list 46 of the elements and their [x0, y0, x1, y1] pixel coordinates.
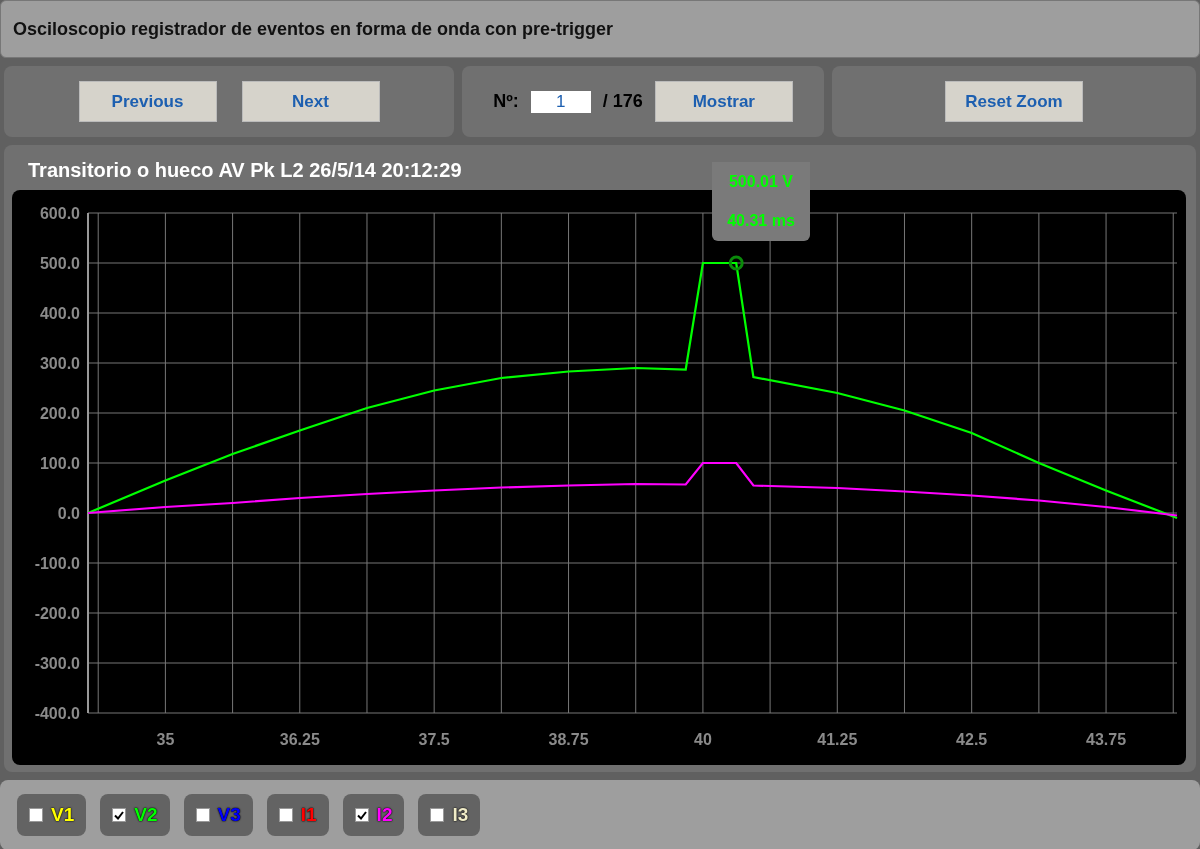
checkbox[interactable] [354, 808, 369, 822]
channel-name: I3 [452, 804, 469, 826]
x-axis-label: 42.5 [956, 731, 988, 748]
tooltip-value: 500.01 V [728, 172, 794, 191]
y-axis-label: -200.0 [34, 605, 80, 622]
record-total: / 176 [602, 91, 643, 112]
y-axis-label: 100.0 [39, 455, 80, 472]
y-axis-label: 300.0 [39, 355, 80, 372]
show-button[interactable]: Mostrar [654, 81, 793, 122]
y-axis-label: -300.0 [34, 655, 80, 672]
channel-name: I2 [376, 804, 393, 826]
reset-zoom-button[interactable]: Reset Zoom [945, 81, 1083, 122]
chart-title: Transitorio o hueco AV Pk L2 26/5/14 20:12:29 [28, 159, 462, 181]
channel-toggle[interactable]: I3 [418, 794, 481, 836]
point-marker [728, 255, 744, 271]
y-axis-label: 500.0 [39, 255, 80, 272]
nav-button[interactable]: Previous [78, 81, 217, 122]
x-axis-label: 37.5 [418, 731, 450, 748]
y-axis-label: 200.0 [39, 405, 80, 422]
x-axis-label: 41.25 [817, 731, 858, 748]
channel-name: I1 [300, 804, 317, 826]
record-number-field[interactable]: 1 [530, 90, 591, 113]
checkbox[interactable] [430, 808, 445, 822]
channel-name: V3 [217, 804, 241, 826]
x-axis-label: 38.75 [548, 731, 589, 748]
y-axis-label: 600.0 [39, 205, 80, 222]
nav-button[interactable]: Next [241, 81, 380, 122]
x-axis-label: 43.75 [1086, 731, 1127, 748]
record-label: Nº: [493, 91, 519, 112]
checkbox[interactable] [278, 808, 293, 822]
checkbox[interactable] [195, 808, 210, 822]
channel-name: V1 [51, 804, 75, 826]
y-axis-label: -400.0 [34, 705, 80, 722]
y-axis-label: 0.0 [57, 505, 80, 522]
checkbox[interactable] [112, 808, 127, 822]
tooltip-time: 40.31 ms [727, 212, 795, 231]
y-axis-label: -100.0 [34, 555, 80, 572]
channel-toggle[interactable]: V2 [100, 794, 170, 836]
y-axis-label: 400.0 [39, 305, 80, 322]
window-title: Osciloscopio registrador de eventos en forma de onda con pre-trigger [13, 18, 614, 40]
x-axis-label: 35 [156, 731, 175, 748]
channel-name: V2 [134, 804, 158, 826]
checkbox[interactable] [29, 808, 43, 822]
x-axis-label: 36.25 [279, 731, 320, 748]
x-axis-label: 40 [694, 731, 712, 748]
channel-toggle[interactable]: V1 [17, 794, 87, 836]
